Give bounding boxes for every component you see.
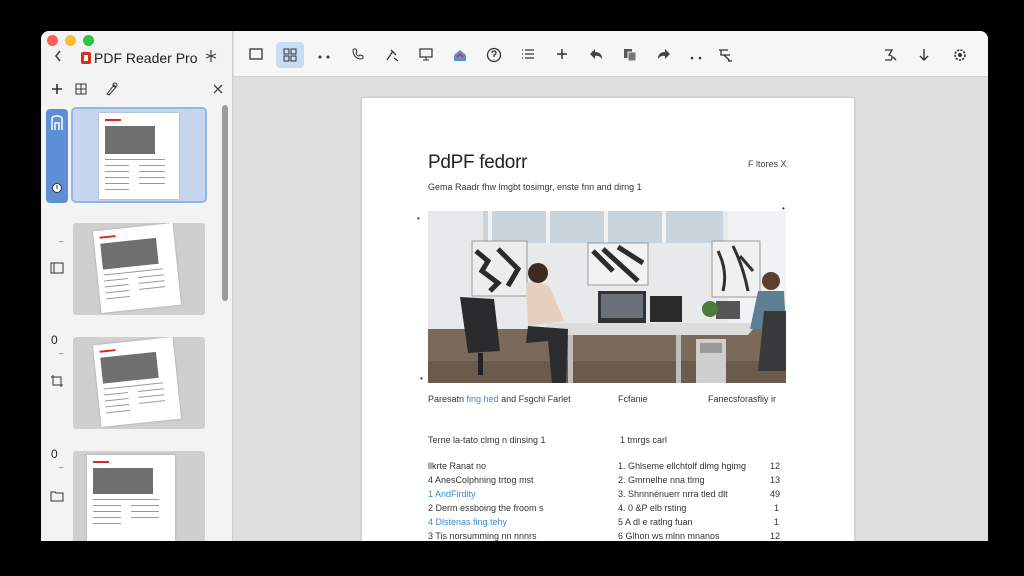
grid-view-icon[interactable] (276, 42, 304, 68)
caption-link[interactable]: fing hed (467, 394, 499, 404)
toc-page-number: 12 (770, 531, 781, 541)
present-icon[interactable] (412, 42, 440, 68)
pin-icon[interactable] (205, 49, 217, 66)
toc-page-number: 12 (770, 461, 781, 471)
share-icon[interactable] (446, 42, 474, 68)
toc-item-right[interactable]: 4. 0 &P elb rsting (618, 503, 686, 513)
more-icon[interactable] (310, 42, 338, 68)
toc-heading-right: 1 tmrgs carl (620, 435, 668, 445)
undo-icon[interactable] (582, 42, 610, 68)
folder-icon[interactable] (45, 487, 71, 509)
list-icon[interactable] (514, 42, 542, 68)
app-title-bar: PDF Reader Pro (41, 47, 233, 69)
rail-count-2: 0 (51, 333, 58, 347)
pdf-page: PdPF fedorr F ltores X Gema Raadr fhw lm… (362, 98, 854, 541)
help-icon[interactable] (480, 42, 508, 68)
toc-page-number: 1 (774, 503, 780, 513)
toc-item-left[interactable]: 2 Derm essboing the froom s (428, 503, 544, 513)
minimize-window-button[interactable] (65, 35, 76, 46)
toc-item-left-link[interactable]: 4 Dlstenas fing tehy (428, 517, 507, 527)
pdf-reader-pro-logo (81, 52, 91, 64)
close-window-button[interactable] (47, 35, 58, 46)
rail-count-3: 0 (51, 447, 58, 461)
rail-divider: – (59, 463, 64, 472)
toc-item-right[interactable]: 1. Ghlseme ellchtolf dlmg hgimg (618, 461, 746, 471)
sidebar-scrollbar[interactable] (222, 105, 228, 301)
copy-icon[interactable] (616, 42, 644, 68)
add-icon[interactable] (51, 79, 63, 100)
thumbnail-list: 0 – 0 – ⌃ – (41, 105, 233, 541)
toc-item-left[interactable]: 3 Tis norsumming nn nnnrs (428, 531, 537, 541)
app-window: PDF Reader Pro 0 – 0 – – PdPF fedorr F l… (41, 31, 988, 541)
ellipsis-icon[interactable] (682, 42, 710, 68)
annotate-icon[interactable] (378, 42, 406, 68)
crop-mark-icon: • (420, 374, 423, 383)
toc-page-number: 1 (774, 517, 780, 527)
crop-icon[interactable] (45, 373, 71, 395)
toc-item-right[interactable]: 5 A dl e ratlng fuan (618, 517, 693, 527)
page-subtitle: Gema Raadr fhw lmgbt tosimgr, enste fnn … (428, 182, 642, 192)
add-icon[interactable] (548, 42, 576, 68)
page-thumbnail-3[interactable] (73, 337, 205, 429)
page-corner-label: F ltores X (748, 159, 787, 169)
document-view[interactable]: PdPF fedorr F ltores X Gema Raadr fhw lm… (234, 78, 988, 541)
pen-icon[interactable] (105, 79, 119, 101)
window-controls (47, 35, 94, 46)
rail-divider: – (59, 237, 64, 246)
app-title: PDF Reader Pro (94, 50, 198, 66)
caption-prefix: Paresatn (428, 394, 465, 404)
photo-caption-left: Paresatn fing hed and Fsgchi Farlet (428, 394, 571, 404)
close-icon[interactable] (213, 79, 223, 99)
redo-icon[interactable] (650, 42, 678, 68)
page-thumbnail-4[interactable] (73, 451, 205, 541)
page-title: PdPF fedorr (428, 152, 528, 173)
toc-item-right[interactable]: 6 Glhon ws mlnn mnanos (618, 531, 720, 541)
caption-suffix: and Fsgchi Farlet (501, 394, 571, 404)
office-photo (428, 211, 786, 383)
toc-page-number: 13 (770, 475, 781, 485)
download-icon[interactable] (910, 42, 938, 68)
toc-item-left-link[interactable]: 1 AndFirdity (428, 489, 476, 499)
toc-heading-left: Terne la-tato clmg n dinsing 1 (428, 435, 546, 445)
toc-item-right[interactable]: 3. Shnnnénuerr nrra tled dlt (618, 489, 728, 499)
thumbnail-view-icon[interactable] (45, 259, 71, 281)
crop-mark-icon: • (417, 214, 420, 223)
page-thumbnail-1[interactable] (71, 107, 207, 203)
toc-item-left[interactable]: 4 AnesColphning trtog mst (428, 475, 534, 485)
signature-icon[interactable] (876, 42, 904, 68)
photo-caption-right: Fanecsforasfliy ir (708, 394, 777, 404)
settings-icon[interactable] (946, 42, 974, 68)
grid-icon[interactable] (75, 79, 87, 100)
sidebar-toolbar (41, 79, 233, 99)
single-page-icon[interactable] (242, 42, 270, 68)
page-thumbnail-2[interactable] (73, 223, 205, 315)
main-toolbar (234, 31, 988, 77)
toc-item-left[interactable]: llkrte Ranat no (428, 461, 486, 471)
toc-item-right[interactable]: 2. Gmrnelhe nna tlmg (618, 475, 705, 485)
back-chevron-icon[interactable] (53, 49, 63, 68)
photo-caption-mid: Fcfanie (618, 394, 648, 404)
tools-icon[interactable] (712, 42, 740, 68)
phone-icon[interactable] (344, 42, 372, 68)
rail-divider: – (59, 349, 64, 358)
sidebar: PDF Reader Pro 0 – 0 – – (41, 31, 233, 541)
zoom-window-button[interactable] (83, 35, 94, 46)
toc-page-number: 49 (770, 489, 781, 499)
